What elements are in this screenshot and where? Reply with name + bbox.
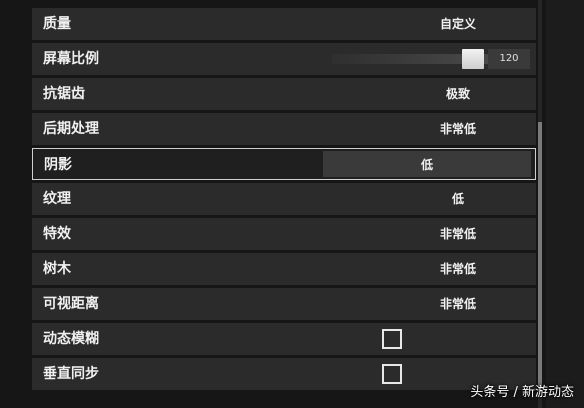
setting-value[interactable]: 低 [323, 149, 531, 181]
setting-value[interactable]: 非常低 [354, 288, 562, 320]
setting-row-textures[interactable]: 纹理 低 [32, 183, 536, 215]
setting-row-vsync[interactable]: 垂直同步 [32, 358, 536, 390]
screen-ratio-slider-thumb[interactable] [462, 49, 485, 69]
setting-row-quality[interactable]: 质量 自定义 [32, 8, 536, 40]
setting-label: 动态模糊 [43, 331, 99, 347]
watermark-text: 头条号 / 新游动态 [470, 385, 574, 400]
settings-list: 质量 自定义 屏幕比例 120 抗锯齿 极致 后期处理 非常低 阴影 低 纹理 … [32, 8, 536, 393]
setting-value[interactable]: 非常低 [354, 218, 562, 250]
setting-value[interactable]: 极致 [354, 78, 562, 110]
setting-row-post-processing[interactable]: 后期处理 非常低 [32, 113, 536, 145]
setting-row-shadows[interactable]: 阴影 低 [32, 148, 536, 180]
setting-label: 阴影 [44, 157, 72, 173]
setting-label: 屏幕比例 [43, 51, 99, 67]
setting-row-motion-blur[interactable]: 动态模糊 [32, 323, 536, 355]
setting-label: 特效 [43, 226, 71, 242]
setting-row-foliage[interactable]: 树木 非常低 [32, 253, 536, 285]
vsync-checkbox[interactable] [382, 364, 402, 384]
scrollbar-thumb[interactable] [538, 122, 542, 392]
setting-value[interactable]: 自定义 [354, 8, 562, 40]
setting-row-anti-aliasing[interactable]: 抗锯齿 极致 [32, 78, 536, 110]
setting-label: 垂直同步 [43, 366, 99, 382]
screen-ratio-value: 120 [488, 49, 530, 69]
setting-label: 抗锯齿 [43, 86, 85, 102]
setting-label: 树木 [43, 261, 71, 277]
setting-row-view-distance[interactable]: 可视距离 非常低 [32, 288, 536, 320]
setting-value[interactable]: 非常低 [354, 253, 562, 285]
setting-row-effects[interactable]: 特效 非常低 [32, 218, 536, 250]
setting-row-screen-ratio[interactable]: 屏幕比例 120 [32, 43, 536, 75]
motion-blur-checkbox[interactable] [382, 329, 402, 349]
setting-value[interactable]: 非常低 [354, 113, 562, 145]
setting-value[interactable]: 低 [354, 183, 562, 215]
setting-label: 纹理 [43, 191, 71, 207]
settings-panel: 质量 自定义 屏幕比例 120 抗锯齿 极致 后期处理 非常低 阴影 低 纹理 … [0, 0, 546, 408]
setting-label: 后期处理 [43, 121, 99, 137]
setting-label: 可视距离 [43, 296, 99, 312]
setting-label: 质量 [43, 16, 71, 32]
